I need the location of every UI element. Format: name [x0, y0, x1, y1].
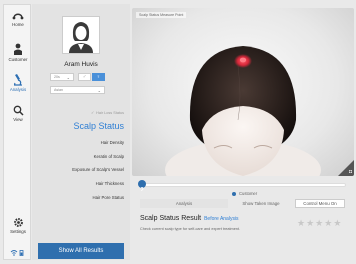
- star-icon: ★: [333, 218, 342, 228]
- viewer-label: Scalp Status Measure Point: [136, 12, 187, 18]
- wifi-battery-icon: [10, 250, 24, 256]
- status-icons: [4, 249, 32, 256]
- result-title: Scalp Status Result: [140, 215, 202, 222]
- menu-item-hair-pore[interactable]: Hair Pore Status: [32, 191, 124, 205]
- slider-handle-icon: [140, 186, 144, 191]
- result-description: Check current scalp type for self-care a…: [140, 227, 241, 231]
- menu-item-keratin[interactable]: Keratin of Scalp: [32, 150, 124, 164]
- star-icon: ★: [315, 218, 324, 228]
- analysis-panel: Aram Huvis 20s ⌄ ♂ ♀ Asian ⌄ ✓ Hair Loss …: [32, 4, 130, 260]
- age-value: 20s: [54, 75, 60, 79]
- head-illustration: [165, 46, 321, 176]
- home-icon: [12, 13, 24, 20]
- nav-analysis[interactable]: Analysis: [4, 73, 32, 92]
- comparison-slider[interactable]: [140, 183, 346, 187]
- star-icon: ★: [297, 218, 306, 228]
- avatar: [62, 16, 100, 54]
- nav-customer-label: Customer: [8, 57, 28, 62]
- control-menu-button[interactable]: Control Menu On: [295, 199, 345, 208]
- result-header: Scalp Status Result Before Analysis: [140, 215, 239, 222]
- nav-home-label: Home: [12, 22, 24, 27]
- star-icon: ★: [324, 218, 333, 228]
- show-taken-image-button[interactable]: Show Taken Image: [230, 199, 292, 208]
- gear-icon: [13, 218, 23, 227]
- legend-dot-icon: [232, 191, 236, 196]
- menu-item-hair-thickness[interactable]: Hair Thickness: [32, 177, 124, 191]
- scalp-image-viewer[interactable]: Scalp Status Measure Point ◘: [132, 8, 354, 176]
- user-avatar-icon: [69, 22, 93, 53]
- show-all-results-button[interactable]: Show All Results: [38, 243, 124, 259]
- camera-icon[interactable]: ◘: [349, 169, 352, 175]
- nav-view-label: View: [13, 117, 23, 122]
- slider-handle[interactable]: [138, 180, 146, 191]
- nav-rail: Home Customer Analysis View Settings: [3, 4, 31, 260]
- nav-customer[interactable]: Customer: [4, 43, 32, 62]
- menu-item-vessel-exposure[interactable]: Exposure of Scalp's Vessel: [32, 163, 124, 177]
- analysis-icon: [14, 74, 22, 86]
- age-select[interactable]: 20s ⌄: [50, 73, 74, 81]
- gender-male-toggle[interactable]: ♂: [78, 73, 91, 81]
- scalp-status-menu: Hair Density Keratin of Scalp Exposure o…: [32, 136, 124, 204]
- nav-analysis-label: Analysis: [9, 87, 27, 92]
- legend-label: Customer: [239, 191, 258, 196]
- chevron-down-icon: ⌄: [97, 88, 101, 93]
- slider-legend: Customer: [232, 191, 257, 196]
- analysis-button[interactable]: Analysis: [140, 199, 228, 208]
- scalp-status-title[interactable]: Scalp Status: [73, 121, 124, 131]
- male-icon: ♂: [82, 74, 87, 80]
- check-icon: ✓: [90, 111, 95, 115]
- customer-icon: [14, 43, 22, 55]
- race-value: Asian: [54, 88, 63, 92]
- customer-name: Aram Huvis: [64, 61, 98, 68]
- race-select[interactable]: Asian ⌄: [50, 86, 105, 94]
- view-icon: [13, 105, 24, 116]
- gender-female-toggle[interactable]: ♀: [92, 73, 105, 81]
- nav-settings-label: Settings: [10, 229, 26, 234]
- star-icon: ★: [306, 218, 315, 228]
- rating-stars: ★★★★★: [297, 213, 342, 231]
- menu-item-hair-density[interactable]: Hair Density: [32, 136, 124, 150]
- hair-loss-status-label: Hair Loss Status: [96, 111, 124, 115]
- chevron-down-icon: ⌄: [66, 75, 70, 80]
- before-analysis-link[interactable]: Before Analysis: [204, 216, 238, 222]
- nav-home[interactable]: Home: [4, 11, 32, 27]
- nav-view[interactable]: View: [4, 105, 32, 122]
- female-icon: ♀: [96, 74, 101, 80]
- nav-settings[interactable]: Settings: [4, 217, 32, 234]
- hair-loss-status[interactable]: ✓ Hair Loss Status: [91, 110, 124, 115]
